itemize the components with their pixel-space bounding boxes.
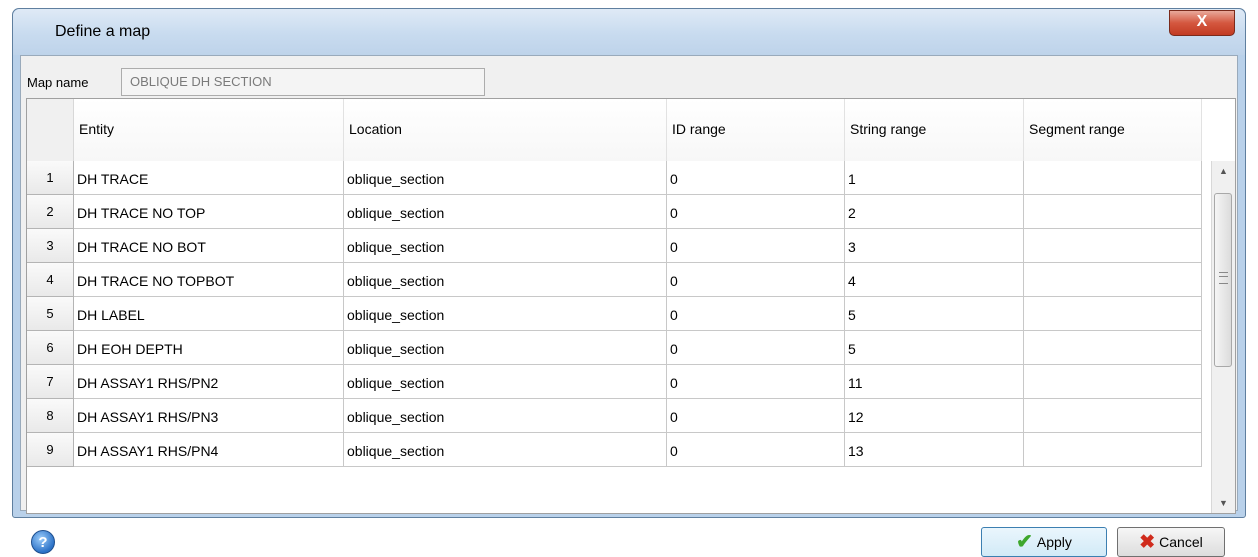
cell-id-range[interactable]: 0: [667, 263, 845, 297]
cell-segment-range[interactable]: [1024, 331, 1202, 365]
help-icon[interactable]: ?: [31, 530, 55, 554]
apply-button[interactable]: ✔ Apply: [981, 527, 1107, 557]
cell-segment-range[interactable]: [1024, 229, 1202, 263]
cell-string-range[interactable]: 2: [845, 195, 1024, 229]
cell-entity[interactable]: DH TRACE NO BOT: [74, 229, 344, 263]
cell-entity[interactable]: DH ASSAY1 RHS/PN3: [74, 399, 344, 433]
column-header-id-range[interactable]: ID range: [667, 99, 845, 161]
cell-segment-range[interactable]: [1024, 263, 1202, 297]
scroll-down-arrow-icon[interactable]: ▼: [1212, 493, 1235, 513]
cell-id-range[interactable]: 0: [667, 399, 845, 433]
cell-segment-range[interactable]: [1024, 399, 1202, 433]
cell-string-range[interactable]: 4: [845, 263, 1024, 297]
dialog-body: Map name OBLIQUE DH SECTION Entity Locat…: [20, 55, 1238, 557]
scroll-up-arrow-icon[interactable]: ▲: [1212, 161, 1235, 181]
red-x-icon: ✖: [1139, 531, 1156, 553]
column-header-segment-range[interactable]: Segment range: [1024, 99, 1202, 161]
dialog-title: Define a map: [55, 23, 151, 40]
scrollbar-thumb[interactable]: [1214, 193, 1232, 367]
column-header-string-range[interactable]: String range: [845, 99, 1024, 161]
cell-segment-range[interactable]: [1024, 161, 1202, 195]
title-bar[interactable]: Define a map X: [13, 9, 1245, 55]
row-number[interactable]: 6: [27, 331, 74, 365]
cell-location[interactable]: oblique_section: [344, 297, 667, 331]
checkmark-icon: ✔: [1016, 531, 1033, 553]
row-number[interactable]: 3: [27, 229, 74, 263]
cell-segment-range[interactable]: [1024, 297, 1202, 331]
cell-location[interactable]: oblique_section: [344, 229, 667, 263]
table-row[interactable]: 8 DH ASSAY1 RHS/PN3 oblique_section 0 12: [27, 399, 1211, 433]
column-header-entity[interactable]: Entity: [74, 99, 344, 161]
cell-string-range[interactable]: 13: [845, 433, 1024, 467]
cell-segment-range[interactable]: [1024, 195, 1202, 229]
cell-location[interactable]: oblique_section: [344, 433, 667, 467]
table-row[interactable]: 5 DH LABEL oblique_section 0 5: [27, 297, 1211, 331]
row-number[interactable]: 8: [27, 399, 74, 433]
cell-id-range[interactable]: 0: [667, 229, 845, 263]
apply-label: Apply: [1036, 534, 1072, 550]
row-number[interactable]: 1: [27, 161, 74, 195]
cell-segment-range[interactable]: [1024, 433, 1202, 467]
cell-id-range[interactable]: 0: [667, 161, 845, 195]
close-button[interactable]: X: [1169, 10, 1235, 36]
cell-string-range[interactable]: 12: [845, 399, 1024, 433]
cell-string-range[interactable]: 5: [845, 331, 1024, 365]
map-name-label: Map name: [27, 75, 89, 90]
grid-header: Entity Location ID range String range Se…: [27, 99, 1211, 161]
table-row[interactable]: 9 DH ASSAY1 RHS/PN4 oblique_section 0 13: [27, 433, 1211, 467]
table-row[interactable]: 4 DH TRACE NO TOPBOT oblique_section 0 4: [27, 263, 1211, 297]
grid-corner: [27, 99, 74, 161]
cell-string-range[interactable]: 1: [845, 161, 1024, 195]
vertical-scrollbar[interactable]: ▲ ▼: [1211, 161, 1235, 513]
cell-location[interactable]: oblique_section: [344, 331, 667, 365]
column-header-location[interactable]: Location: [344, 99, 667, 161]
cell-entity[interactable]: DH TRACE NO TOP: [74, 195, 344, 229]
cell-entity[interactable]: DH LABEL: [74, 297, 344, 331]
row-number[interactable]: 5: [27, 297, 74, 331]
table-row[interactable]: 1 DH TRACE oblique_section 0 1: [27, 161, 1211, 195]
cell-location[interactable]: oblique_section: [344, 161, 667, 195]
cell-entity[interactable]: DH TRACE NO TOPBOT: [74, 263, 344, 297]
map-name-field[interactable]: OBLIQUE DH SECTION: [121, 68, 485, 96]
map-entity-grid: Entity Location ID range String range Se…: [26, 98, 1236, 514]
cell-string-range[interactable]: 11: [845, 365, 1024, 399]
cell-location[interactable]: oblique_section: [344, 365, 667, 399]
table-row[interactable]: 6 DH EOH DEPTH oblique_section 0 5: [27, 331, 1211, 365]
cancel-label: Cancel: [1159, 534, 1203, 550]
cancel-button[interactable]: ✖ Cancel: [1117, 527, 1225, 557]
table-row[interactable]: 3 DH TRACE NO BOT oblique_section 0 3: [27, 229, 1211, 263]
cell-entity[interactable]: DH EOH DEPTH: [74, 331, 344, 365]
cell-id-range[interactable]: 0: [667, 331, 845, 365]
cell-id-range[interactable]: 0: [667, 365, 845, 399]
row-number[interactable]: 4: [27, 263, 74, 297]
row-number[interactable]: 7: [27, 365, 74, 399]
table-row[interactable]: 7 DH ASSAY1 RHS/PN2 oblique_section 0 11: [27, 365, 1211, 399]
cell-id-range[interactable]: 0: [667, 297, 845, 331]
define-map-dialog: Define a map X Map name OBLIQUE DH SECTI…: [12, 8, 1246, 557]
cell-location[interactable]: oblique_section: [344, 399, 667, 433]
cell-id-range[interactable]: 0: [667, 433, 845, 467]
cell-string-range[interactable]: 5: [845, 297, 1024, 331]
cell-segment-range[interactable]: [1024, 365, 1202, 399]
cell-location[interactable]: oblique_section: [344, 195, 667, 229]
cell-location[interactable]: oblique_section: [344, 263, 667, 297]
table-row[interactable]: 2 DH TRACE NO TOP oblique_section 0 2: [27, 195, 1211, 229]
cell-entity[interactable]: DH ASSAY1 RHS/PN4: [74, 433, 344, 467]
cell-string-range[interactable]: 3: [845, 229, 1024, 263]
cell-id-range[interactable]: 0: [667, 195, 845, 229]
row-number[interactable]: 9: [27, 433, 74, 467]
cell-entity[interactable]: DH TRACE: [74, 161, 344, 195]
cell-entity[interactable]: DH ASSAY1 RHS/PN2: [74, 365, 344, 399]
row-number[interactable]: 2: [27, 195, 74, 229]
grip-icon: [1219, 272, 1228, 284]
